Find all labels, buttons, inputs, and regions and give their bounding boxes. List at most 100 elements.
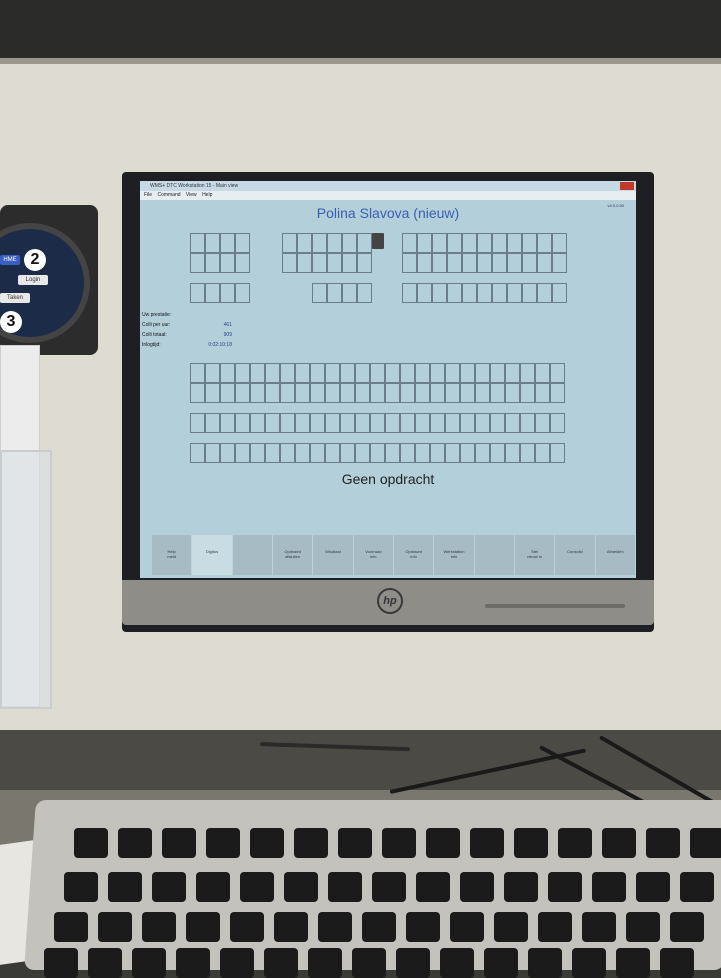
keyboard-key[interactable] — [484, 948, 518, 978]
location-cell — [205, 383, 220, 403]
function-key[interactable]: Opdracht info — [393, 535, 435, 575]
keyboard-key[interactable] — [118, 828, 152, 858]
function-key[interactable]: Help meld — [152, 535, 193, 575]
monitor-buttons[interactable] — [485, 604, 625, 608]
location-cell — [402, 233, 417, 253]
menu-command[interactable]: Command — [157, 192, 180, 198]
keyboard-key[interactable] — [440, 948, 474, 978]
keyboard-key[interactable] — [240, 872, 274, 902]
location-cell — [430, 413, 445, 433]
scanner-key-login[interactable]: Login — [18, 275, 48, 285]
menu-view[interactable]: View — [186, 192, 197, 198]
keyboard-key[interactable] — [416, 872, 450, 902]
location-cell — [295, 413, 310, 433]
scanner-key-taken[interactable]: Taken — [0, 293, 30, 303]
keyboard-key[interactable] — [318, 912, 352, 942]
keyboard-key[interactable] — [98, 912, 132, 942]
keyboard-key[interactable] — [396, 948, 430, 978]
keyboard-key[interactable] — [308, 948, 342, 978]
menu-file[interactable]: File — [144, 192, 152, 198]
keyboard-key[interactable] — [142, 912, 176, 942]
keyboard-key[interactable] — [670, 912, 704, 942]
location-cell — [385, 413, 400, 433]
menu-help[interactable]: Help — [202, 192, 212, 198]
keyboard-key[interactable] — [206, 828, 240, 858]
keyboard-key[interactable] — [592, 872, 626, 902]
keyboard-key[interactable] — [504, 872, 538, 902]
location-cell — [282, 253, 297, 273]
printer-icon[interactable] — [372, 233, 384, 249]
keyboard-key[interactable] — [646, 828, 680, 858]
keyboard-key[interactable] — [352, 948, 386, 978]
keyboard-key[interactable] — [660, 948, 694, 978]
keyboard-key[interactable] — [152, 872, 186, 902]
keyboard-key[interactable] — [514, 828, 548, 858]
function-key[interactable]: Stel nieuw in — [514, 535, 556, 575]
location-cell — [250, 383, 265, 403]
function-key[interactable]: Opdracht afsluiten — [272, 535, 314, 575]
keyboard-key[interactable] — [690, 828, 721, 858]
keyboard-key[interactable] — [582, 912, 616, 942]
keyboard-key[interactable] — [362, 912, 396, 942]
keyboard-key[interactable] — [108, 872, 142, 902]
keyboard-key[interactable] — [616, 948, 650, 978]
location-grid — [190, 283, 250, 303]
function-key[interactable]: Voorraad info — [353, 535, 394, 575]
keyboard-key[interactable] — [460, 872, 494, 902]
keyboard-key[interactable] — [64, 872, 98, 902]
keyboard-key[interactable] — [176, 948, 210, 978]
scanner-number-2[interactable]: 2 — [24, 249, 46, 271]
function-key[interactable]: Werkstation info — [434, 535, 475, 575]
location-cell — [522, 283, 537, 303]
keyboard-key[interactable] — [548, 872, 582, 902]
function-key[interactable] — [232, 535, 273, 575]
scanner-number-3[interactable]: 3 — [0, 311, 22, 333]
keyboard-key[interactable] — [426, 828, 460, 858]
keyboard-key[interactable] — [382, 828, 416, 858]
function-key[interactable] — [474, 535, 515, 575]
keyboard-key[interactable] — [88, 948, 122, 978]
keyboard-key[interactable] — [284, 872, 318, 902]
keyboard-key[interactable] — [196, 872, 230, 902]
keyboard-key[interactable] — [294, 828, 328, 858]
keyboard-key[interactable] — [450, 912, 484, 942]
keyboard-key[interactable] — [636, 872, 670, 902]
keyboard-key[interactable] — [494, 912, 528, 942]
function-key[interactable]: Digitus — [192, 535, 233, 575]
function-key[interactable]: Consolid — [555, 535, 596, 575]
keyboard-key[interactable] — [406, 912, 440, 942]
function-key[interactable]: Wisdtaal — [313, 535, 354, 575]
keyboard-key[interactable] — [558, 828, 592, 858]
keyboard-key[interactable] — [74, 828, 108, 858]
keyboard-key[interactable] — [626, 912, 660, 942]
location-cell — [342, 233, 357, 253]
location-cell — [475, 363, 490, 383]
keyboard-key[interactable] — [220, 948, 254, 978]
keyboard-key[interactable] — [602, 828, 636, 858]
keyboard-key[interactable] — [230, 912, 264, 942]
keyboard-key[interactable] — [54, 912, 88, 942]
keyboard-key[interactable] — [274, 912, 308, 942]
scanner-key-hme[interactable]: HME — [0, 255, 20, 265]
location-cell — [445, 443, 460, 463]
close-icon[interactable] — [620, 182, 634, 190]
location-cell — [520, 363, 535, 383]
keyboard-key[interactable] — [250, 828, 284, 858]
keyboard-key[interactable] — [338, 828, 372, 858]
keyboard-key[interactable] — [162, 828, 196, 858]
keyboard-key[interactable] — [572, 948, 606, 978]
keyboard-key[interactable] — [528, 948, 562, 978]
location-cell — [355, 413, 370, 433]
keyboard-key[interactable] — [680, 872, 714, 902]
location-cell — [312, 253, 327, 273]
keyboard-key[interactable] — [538, 912, 572, 942]
keyboard-key[interactable] — [470, 828, 504, 858]
keyboard-key[interactable] — [44, 948, 78, 978]
function-key[interactable]: Afmelden — [595, 535, 636, 575]
keyboard-key[interactable] — [328, 872, 362, 902]
keyboard-key[interactable] — [264, 948, 298, 978]
location-cell — [460, 383, 475, 403]
keyboard-key[interactable] — [132, 948, 166, 978]
keyboard-key[interactable] — [372, 872, 406, 902]
keyboard-key[interactable] — [186, 912, 220, 942]
